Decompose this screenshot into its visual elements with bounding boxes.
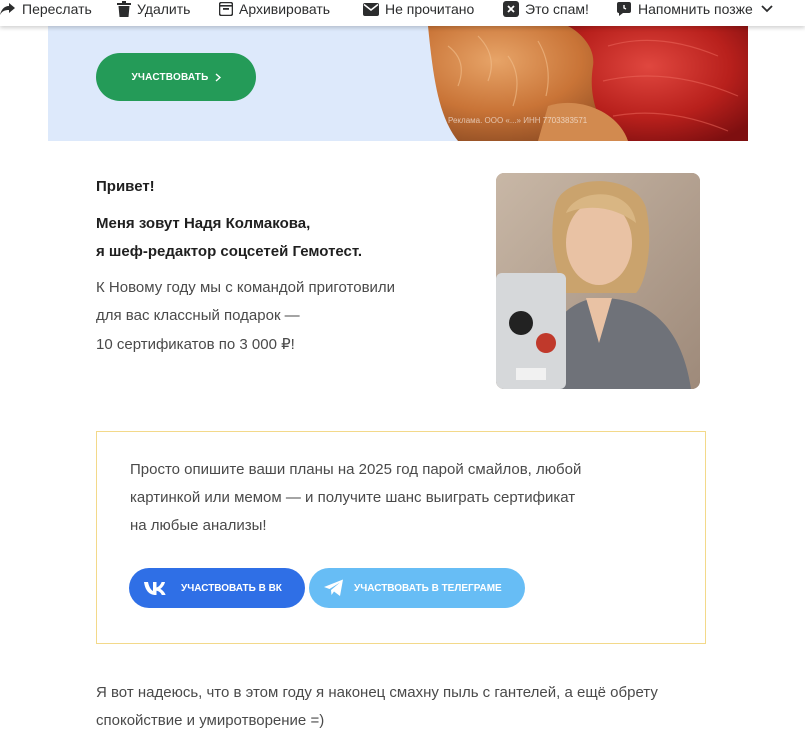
vk-button-label: УЧАСТВОВАТЬ В ВК <box>181 582 282 594</box>
forward-label: Переслать <box>22 1 92 17</box>
author-photo <box>496 173 700 389</box>
vk-icon <box>144 582 166 595</box>
archive-icon <box>219 2 233 16</box>
participate-button-label: УЧАСТВОВАТЬ <box>131 71 209 83</box>
telegram-icon <box>324 579 343 596</box>
telegram-participate-button[interactable]: УЧАСТВОВАТЬ В ТЕЛЕГРАМЕ <box>309 568 525 608</box>
author-photo-image <box>496 173 700 389</box>
telegram-button-label: УЧАСТВОВАТЬ В ТЕЛЕГРАМЕ <box>354 582 502 594</box>
ad-disclaimer: Реклама. ООО «...» ИНН 7703383571 <box>448 116 588 125</box>
chevron-down-icon <box>761 5 773 13</box>
contest-text-line: на любые анализы! <box>130 517 267 534</box>
chevron-right-icon <box>215 72 221 82</box>
spam-button[interactable]: Это спам! <box>503 0 589 18</box>
greeting: Привет! <box>96 178 155 195</box>
remind-label: Напомнить позже <box>638 1 753 17</box>
spam-label: Это спам! <box>525 1 589 17</box>
remind-button[interactable]: Напомнить позже <box>616 0 779 18</box>
trash-icon <box>117 1 131 17</box>
outro-line: спокойствие и умиротворение =) <box>96 712 325 729</box>
contest-text-line: Просто опишите ваши планы на 2025 год па… <box>130 461 582 478</box>
spam-icon <box>503 1 519 17</box>
unread-button[interactable]: Не прочитано <box>363 0 474 18</box>
envelope-icon <box>363 2 379 16</box>
participate-button[interactable]: УЧАСТВОВАТЬ <box>96 53 256 101</box>
mail-toolbar: Переслать Удалить Архивировать Не прочит… <box>0 0 805 26</box>
vk-participate-button[interactable]: УЧАСТВОВАТЬ В ВК <box>129 568 305 608</box>
promo-banner: УЧАСТВОВАТЬ Реклама. ООО «...» ИНН 77033… <box>48 26 748 141</box>
intro-name-line: Меня зовут Надя Колмакова, <box>96 215 311 232</box>
intro-text-line: 10 сертификатов по 3 000 ₽! <box>96 336 295 353</box>
delete-button[interactable]: Удалить <box>117 0 190 18</box>
forward-button[interactable]: Переслать <box>0 0 92 18</box>
delete-label: Удалить <box>137 1 191 17</box>
outro-line: Я вот надеюсь, что в этом году я наконец… <box>96 684 658 701</box>
intro-role-line: я шеф-редактор соцсетей Гемотест. <box>96 243 363 260</box>
unread-label: Не прочитано <box>385 1 475 17</box>
forward-icon <box>0 3 15 15</box>
reminder-icon <box>617 2 631 16</box>
archive-label: Архивировать <box>239 1 331 17</box>
intro-text-line: для вас классный подарок — <box>96 307 300 324</box>
intro-text-line: К Новому году мы с командой приготовили <box>96 279 396 296</box>
archive-button[interactable]: Архивировать <box>219 0 330 18</box>
contest-box: Просто опишите ваши планы на 2025 год па… <box>96 431 706 644</box>
contest-text-line: картинкой или мемом — и получите шанс вы… <box>130 489 576 506</box>
